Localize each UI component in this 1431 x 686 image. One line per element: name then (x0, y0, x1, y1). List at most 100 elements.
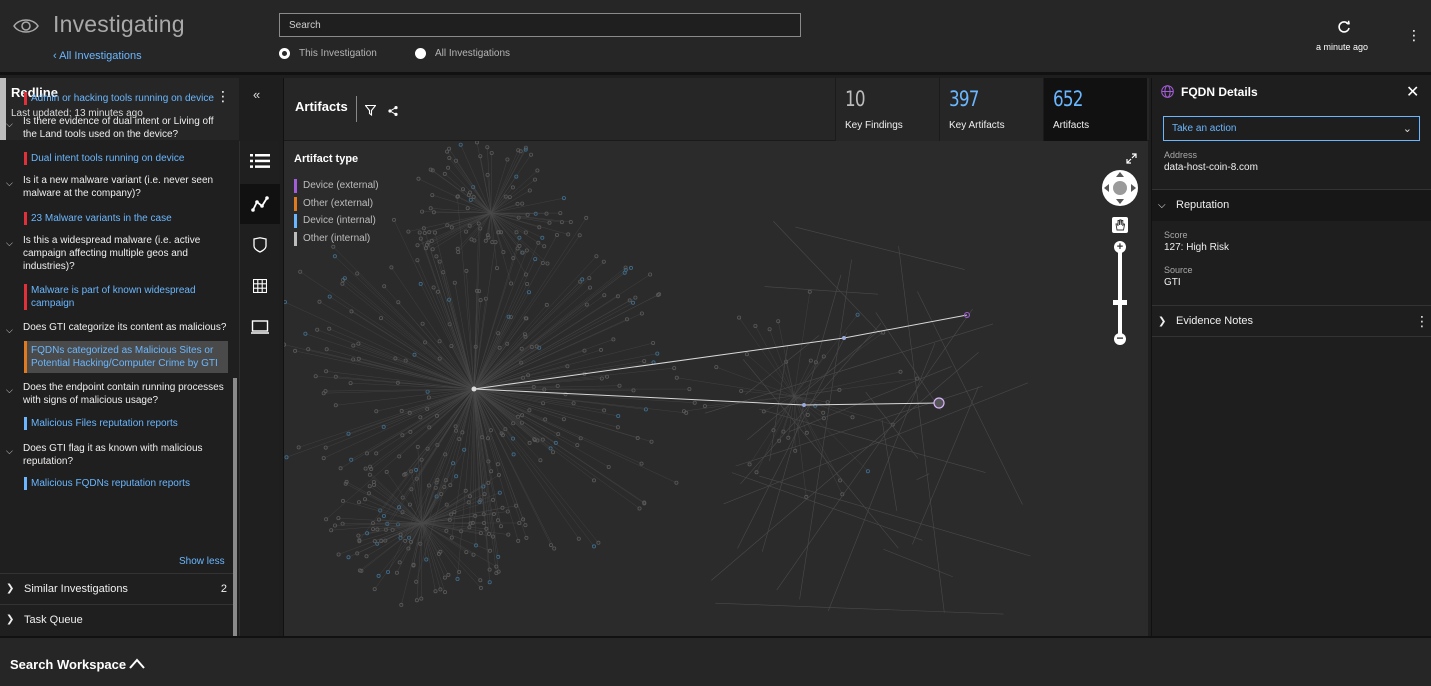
finding-link[interactable]: Malicious FQDNs reputation reports (24, 477, 228, 490)
search-input[interactable] (279, 13, 801, 37)
shield-icon[interactable] (240, 225, 280, 265)
severity-bar (24, 212, 27, 225)
section-evidence-notes[interactable]: ❯ Evidence Notes ⋮ (1152, 305, 1431, 337)
graph-node (464, 229, 469, 234)
section-similar-investigations[interactable]: ❯ Similar Investigations 2 (0, 573, 233, 604)
finding-link[interactable]: FQDNs categorized as Malicious Sites or … (24, 341, 228, 373)
radio-this-investigation[interactable]: This Investigation (279, 48, 377, 59)
hand-tool-icon[interactable] (1112, 217, 1128, 233)
finding-question[interactable]: Does GTI categorize its content as malic… (23, 321, 228, 334)
finding-question[interactable]: Does GTI flag it as known with malicious… (23, 442, 228, 468)
pan-control[interactable] (1101, 169, 1139, 207)
finding-question[interactable]: Is it a new malware variant (i.e. never … (23, 174, 228, 200)
stat-value: 652 (1053, 87, 1083, 111)
finding-link[interactable]: 23 Malware variants in the case (24, 212, 228, 225)
graph-node (317, 299, 322, 304)
section-reputation[interactable]: ⌵ Reputation (1152, 189, 1431, 221)
all-investigations-link[interactable]: ‹ All Investigations (53, 50, 142, 62)
finding-question[interactable]: Does the endpoint contain running proces… (23, 381, 228, 407)
stat-artifacts[interactable]: 652 Artifacts (1043, 78, 1147, 141)
graph-edge (325, 388, 475, 520)
finding-link-label: Dual intent tools running on device (31, 153, 185, 164)
monitor-icon[interactable] (240, 307, 280, 347)
filter-icon[interactable] (365, 105, 376, 116)
radio-unselected-icon[interactable] (415, 48, 426, 59)
graph-node (639, 311, 644, 316)
section-label: Task Queue (24, 614, 83, 626)
radio-selected-icon[interactable] (279, 48, 290, 59)
graph-node (561, 417, 566, 422)
chevron-down-icon[interactable]: ⌵ (6, 446, 13, 457)
section-count: 2 (220, 583, 227, 595)
zoom-in-icon[interactable]: + (1114, 241, 1126, 253)
section-task-queue[interactable]: ❯ Task Queue (0, 604, 233, 635)
graph-edge (351, 388, 475, 461)
take-action-dropdown[interactable]: Take an action ⌄ (1163, 116, 1420, 141)
finding-link-label: FQDNs categorized as Malicious Sites or … (31, 345, 218, 369)
search-workspace-bar[interactable]: Search Workspace (0, 636, 1431, 686)
section-label: Similar Investigations (24, 583, 128, 595)
chevron-right-icon: ❯ (1158, 316, 1167, 327)
radio-all-investigations[interactable]: All Investigations (415, 48, 510, 59)
graph-node (399, 602, 404, 607)
address-label: Address (1164, 150, 1198, 160)
more-vertical-icon[interactable]: ⋮ (1415, 313, 1429, 330)
graph-edge (742, 359, 899, 549)
show-less-link[interactable]: Show less (179, 556, 225, 567)
graph-edge (799, 259, 852, 600)
graph-node (381, 513, 386, 518)
share-icon[interactable] (388, 106, 398, 116)
grid-view-icon[interactable] (240, 266, 280, 306)
source-value: GTI (1164, 277, 1181, 288)
graph-edge (473, 388, 609, 468)
chevron-down-icon[interactable]: ⌵ (6, 119, 13, 130)
graph-node (842, 336, 846, 340)
graph-edge (883, 548, 953, 578)
chevron-down-icon[interactable]: ⌵ (6, 238, 13, 249)
chevron-down-icon[interactable]: ⌵ (6, 325, 13, 336)
chevron-up-icon[interactable] (129, 658, 145, 669)
chevron-down-icon[interactable]: ⌵ (6, 385, 13, 396)
zoom-track[interactable] (1118, 246, 1122, 342)
graph-node (420, 321, 425, 326)
close-icon[interactable]: ✕ (1406, 82, 1419, 102)
graph-node (611, 337, 616, 342)
collapse-panel-icon[interactable]: « (253, 87, 260, 102)
graph-view-icon[interactable] (240, 184, 280, 224)
scrollbar[interactable] (233, 378, 237, 636)
graph-edge (881, 419, 898, 511)
finding-link[interactable]: Admin or hacking tools running on device (24, 92, 228, 105)
graph-edge (723, 382, 1029, 505)
zoom-handle[interactable] (1113, 300, 1127, 305)
graph-node (434, 254, 439, 259)
graph-node (535, 168, 540, 173)
list-view-icon[interactable] (240, 141, 280, 181)
graph-node (747, 462, 752, 467)
finding-link[interactable]: Dual intent tools running on device (24, 152, 228, 165)
finding-question[interactable]: Is there evidence of dual intent or Livi… (23, 115, 228, 141)
search-workspace-label[interactable]: Search Workspace (10, 657, 126, 672)
legend-label: Other (internal) (303, 233, 371, 244)
graph-node (438, 587, 443, 592)
finding-link[interactable]: Malware is part of known widespread camp… (24, 284, 228, 310)
artifact-graph[interactable] (284, 141, 1149, 636)
chevron-down-icon[interactable]: ⌵ (6, 178, 13, 189)
graph-node (628, 265, 633, 270)
eye-icon (13, 19, 39, 33)
stat-key-artifacts[interactable]: 397 Key Artifacts (939, 78, 1043, 141)
stat-key-findings[interactable]: 10 Key Findings (835, 78, 939, 141)
score-value: 127: High Risk (1164, 242, 1230, 253)
stat-value: 397 (949, 87, 979, 111)
zoom-out-icon[interactable]: − (1114, 332, 1126, 345)
graph-edge (875, 312, 941, 411)
refresh-icon[interactable] (1334, 20, 1354, 38)
graph-edge (421, 492, 500, 524)
finding-link[interactable]: Malicious Files reputation reports (24, 417, 228, 430)
expand-icon[interactable] (1126, 153, 1137, 164)
artifacts-view: Artifacts 10 Key Findings 397 Key Artifa… (283, 78, 1149, 636)
graph-edge (711, 352, 979, 581)
more-vertical-icon[interactable]: ⋮ (1407, 28, 1421, 42)
finding-question[interactable]: Is this a widespread malware (i.e. activ… (23, 234, 228, 273)
graph-edge (473, 388, 640, 509)
stat-value: 10 (845, 87, 866, 111)
